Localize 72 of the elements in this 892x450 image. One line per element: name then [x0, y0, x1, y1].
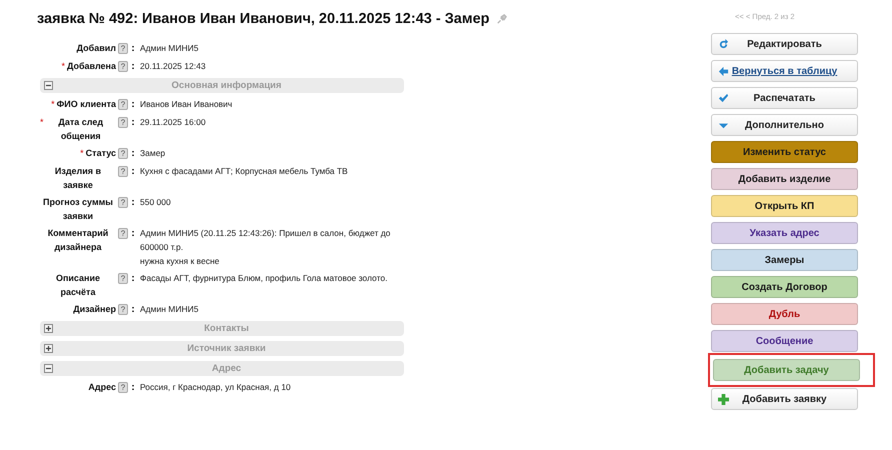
action-button[interactable]: Редактировать: [711, 33, 858, 55]
arrow-left-icon: [718, 66, 729, 76]
field-value: Фасады АГТ, фурнитура Блюм, профиль Гола матовое золото.: [140, 272, 388, 285]
field-value: Россия, г Краснодар, ул Красная, д 10: [140, 381, 292, 394]
expand-icon[interactable]: [44, 324, 53, 333]
action-button[interactable]: Создать Договор: [711, 276, 858, 298]
help-icon[interactable]: ?: [118, 382, 128, 393]
action-button[interactable]: Дубль: [711, 303, 858, 325]
colon: :: [130, 272, 136, 286]
help-icon[interactable]: ?: [118, 166, 128, 177]
action-button[interactable]: Указать адрес: [711, 222, 858, 244]
colon: :: [130, 381, 136, 395]
help-icon[interactable]: ?: [118, 228, 128, 239]
colon: :: [130, 165, 136, 179]
field-value: Замер: [140, 147, 166, 160]
field-label: Дизайнер: [73, 303, 116, 316]
back-link-button[interactable]: Вернуться в таблицу: [711, 60, 858, 82]
help-icon[interactable]: ?: [118, 99, 128, 110]
required-mark: *: [51, 98, 55, 111]
colon: :: [130, 147, 136, 161]
action-button[interactable]: Добавить изделие: [711, 168, 858, 190]
colon: :: [130, 98, 136, 112]
action-button[interactable]: Добавить задачу: [713, 359, 860, 381]
field-value: 20.11.2025 12:43: [140, 60, 207, 73]
field-value: Админ МИНИ5: [140, 42, 200, 55]
action-button[interactable]: Замеры: [711, 249, 858, 271]
colon: :: [130, 60, 136, 74]
page-title: заявка № 492: Иванов Иван Иванович, 20.11.2025 12:43 - Замер: [37, 11, 490, 27]
action-button[interactable]: Открыть КП: [711, 195, 858, 217]
refresh-icon: [718, 38, 729, 50]
collapse-icon[interactable]: [44, 364, 53, 373]
help-icon[interactable]: ?: [118, 273, 128, 284]
collapse-icon[interactable]: [44, 81, 53, 90]
help-icon[interactable]: ?: [118, 148, 128, 159]
field-value: нужна кухня к весне: [140, 255, 220, 268]
field-label: ФИО клиента: [56, 98, 116, 111]
expand-icon[interactable]: [44, 344, 53, 353]
field-label: Дата след общения: [57, 116, 104, 143]
field-label: Адрес: [88, 381, 116, 394]
field-value: Админ МИНИ5 (20.11.25 12:43:26): Пришел в салон, бюджет до 600000 т.р.: [140, 227, 392, 254]
plus-icon: [718, 394, 729, 404]
field-label: Добавлена: [66, 60, 116, 73]
field-label: Добавил: [76, 42, 116, 55]
field-value: Иванов Иван Иванович: [140, 98, 234, 111]
required-mark: *: [40, 116, 44, 129]
required-mark: *: [61, 60, 65, 73]
check-icon: [718, 92, 729, 104]
field-label: Изделия в заявке: [54, 165, 102, 192]
field-label: Описание расчёта: [54, 272, 102, 299]
help-icon[interactable]: ?: [118, 304, 128, 315]
help-icon[interactable]: ?: [118, 43, 128, 54]
help-icon[interactable]: ?: [118, 197, 128, 208]
action-button[interactable]: Дополнительно: [711, 114, 858, 136]
field-value: Админ МИНИ5: [140, 303, 200, 316]
colon: :: [130, 116, 136, 130]
field-value: 550 000: [140, 196, 172, 209]
colon: :: [130, 42, 136, 56]
action-button[interactable]: Распечатать: [711, 87, 858, 109]
field-label: Комментарий дизайнера: [46, 227, 110, 254]
field-label: Статус: [86, 147, 116, 160]
help-icon[interactable]: ?: [118, 61, 128, 72]
field-label: Прогноз суммы заявки: [42, 196, 114, 223]
colon: :: [130, 196, 136, 210]
action-button[interactable]: Изменить статус: [711, 141, 858, 163]
colon: :: [130, 303, 136, 317]
required-mark: *: [80, 147, 84, 160]
field-value: Кухня с фасадами АГТ; Корпусная мебель Тумба ТВ: [140, 165, 349, 178]
action-button[interactable]: Добавить заявку: [711, 388, 858, 410]
colon: :: [130, 227, 136, 241]
help-icon[interactable]: ?: [118, 117, 128, 128]
field-value: 29.11.2025 16:00: [140, 116, 207, 129]
action-button[interactable]: Сообщение: [711, 330, 858, 352]
